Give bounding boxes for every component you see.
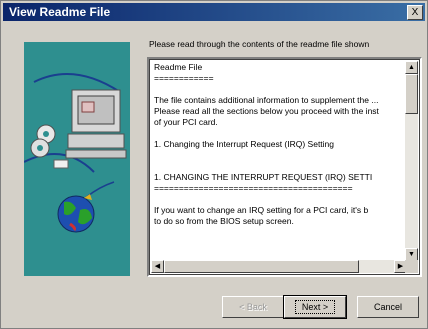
scrollbar-corner: [405, 260, 418, 273]
horizontal-scroll-thumb[interactable]: [164, 260, 359, 273]
close-button[interactable]: X: [407, 5, 423, 20]
computer-globe-illustration: [24, 73, 127, 233]
readme-line: The file contains additional information…: [154, 95, 379, 105]
readme-line: of your PCI card.: [154, 117, 218, 127]
back-button-label: < Back: [239, 302, 267, 312]
readme-line: [154, 150, 410, 161]
readme-line: [154, 194, 410, 205]
vertical-scrollbar[interactable]: ▲ ▼: [405, 61, 418, 261]
window-title: View Readme File: [9, 5, 111, 19]
readme-line: Readme File: [154, 62, 203, 72]
readme-line: 1. Changing the Interrupt Request (IRQ) …: [154, 139, 335, 149]
readme-line: to do so from the BIOS setup screen.: [154, 216, 294, 226]
disc-icons: [30, 124, 69, 169]
readme-line: [154, 128, 410, 139]
instruction-text: Please read through the contents of the …: [149, 39, 370, 49]
cancel-button[interactable]: Cancel: [357, 296, 419, 318]
next-button[interactable]: Next >: [283, 295, 347, 319]
back-button[interactable]: < Back: [222, 296, 284, 318]
globe-icon: [57, 194, 95, 233]
readme-line: 1. CHANGING THE INTERRUPT REQUEST (IRQ) …: [154, 172, 373, 182]
scroll-left-icon[interactable]: ◀: [151, 260, 164, 273]
vertical-scroll-thumb[interactable]: [405, 74, 418, 114]
readme-line: [154, 84, 410, 95]
readme-line: If you want to change an IRQ setting for…: [154, 205, 369, 215]
readme-line: [154, 161, 410, 172]
readme-line: ============: [154, 73, 214, 83]
readme-line: Please read all the sections below you p…: [154, 106, 379, 116]
computer-icon: [65, 89, 127, 159]
scroll-up-icon[interactable]: ▲: [405, 61, 418, 74]
readme-line: ========================================: [154, 183, 353, 193]
title-bar[interactable]: View Readme File X: [3, 3, 425, 21]
readme-dialog: View Readme File X Please read through t…: [0, 0, 428, 329]
horizontal-scrollbar[interactable]: ◀ ▶: [151, 260, 407, 273]
readme-content[interactable]: Readme File ============ The file contai…: [154, 62, 410, 262]
next-button-label: Next >: [294, 300, 336, 314]
setup-illustration: [24, 42, 130, 276]
cancel-button-label: Cancel: [373, 302, 402, 312]
readme-text-area[interactable]: Readme File ============ The file contai…: [147, 57, 422, 277]
